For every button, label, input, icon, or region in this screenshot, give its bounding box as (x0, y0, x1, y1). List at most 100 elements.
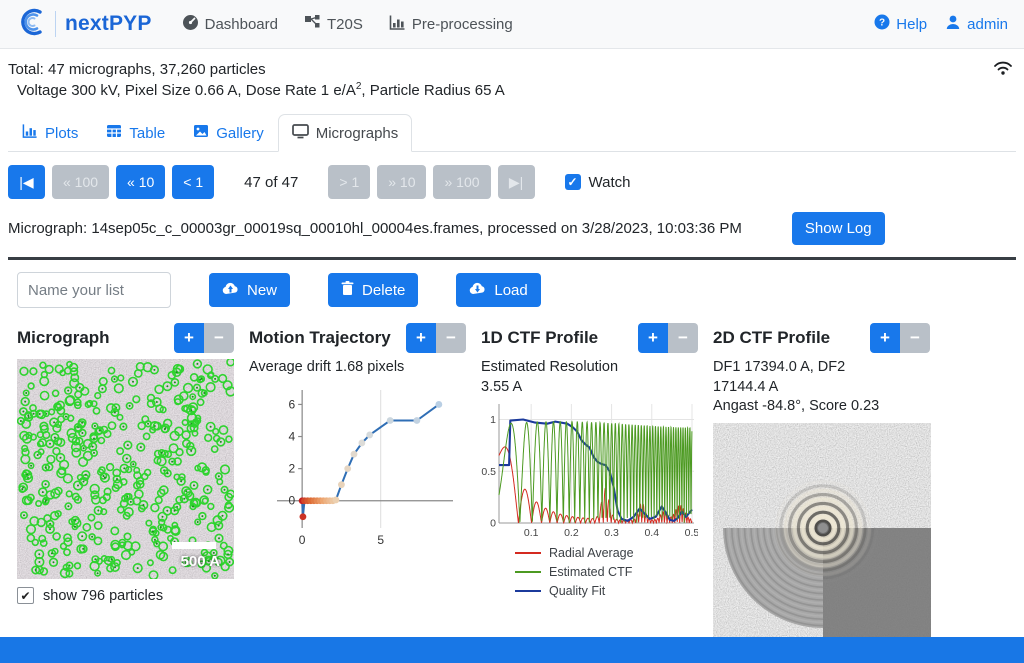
help-link[interactable]: ? Help (874, 14, 927, 34)
nav-item-project[interactable]: T20S (304, 14, 363, 35)
new-list-button[interactable]: New (209, 273, 290, 307)
micrograph-panel-head: Micrograph + − (17, 322, 234, 353)
delete-list-label: Delete (362, 282, 405, 299)
project-diagram-icon (304, 14, 321, 35)
legend-swatch-estimated-ctf (515, 571, 541, 573)
pagination-bar: |◀ « 100 « 10 < 1 47 of 47 > 1 » 10 » 10… (8, 165, 1016, 199)
ctf1d-size-controls: + − (638, 323, 698, 353)
details-prefix: Voltage 300 kV, Pixel Size 0.66 A, Dose … (17, 82, 356, 99)
ctf1d-panel: 1D CTF Profile + − Estimated Resolution … (481, 322, 698, 637)
micrograph-info-row: Micrograph: 14sep05c_c_00003gr_00019sq_0… (8, 212, 1016, 260)
pager-left-group: |◀ « 100 « 10 < 1 (8, 165, 214, 199)
ctf2d-panel-head: 2D CTF Profile + − (713, 322, 930, 353)
motion-zoom-in-button[interactable]: + (406, 323, 436, 353)
user-menu[interactable]: admin (945, 14, 1008, 34)
new-list-label: New (247, 282, 277, 299)
legend-label: Radial Average (549, 546, 634, 560)
legend-swatch-radial-average (515, 552, 541, 554)
ctf1d-subtitle-line: 3.55 A (481, 378, 698, 398)
micrograph-zoom-in-button[interactable]: + (174, 323, 204, 353)
micrograph-zoom-out-button[interactable]: − (204, 323, 234, 353)
wifi-status-icon (992, 59, 1014, 81)
nextpyp-logo-icon (16, 7, 46, 42)
watch-checkbox[interactable] (565, 174, 581, 190)
brand-divider (55, 11, 56, 37)
nav-item-preprocessing[interactable]: Pre-processing (389, 14, 513, 35)
legend-item: Estimated CTF (515, 562, 698, 581)
brand-name: nextPYP (65, 12, 152, 36)
show-log-button[interactable]: Show Log (792, 212, 885, 245)
tab-label: Table (129, 125, 165, 142)
ctf1d-legend: Radial Average Estimated CTF Quality Fit (515, 543, 698, 600)
help-label: Help (896, 16, 927, 33)
tab-table[interactable]: Table (92, 114, 179, 152)
first-page-button[interactable]: |◀ (8, 165, 45, 199)
list-name-input[interactable] (17, 272, 171, 308)
forward-100-button[interactable]: » 100 (433, 165, 490, 199)
svg-text:0.5: 0.5 (481, 466, 496, 478)
delete-list-button[interactable]: Delete (328, 273, 418, 307)
svg-text:0: 0 (299, 533, 306, 547)
motion-panel-head: Motion Trajectory + − (249, 322, 466, 353)
legend-item: Quality Fit (515, 581, 698, 600)
svg-text:0.1: 0.1 (524, 527, 539, 539)
legend-swatch-quality-fit (515, 590, 541, 592)
bar-chart-icon (389, 14, 406, 35)
svg-text:2: 2 (288, 461, 295, 475)
nav-links: Dashboard T20S Pre-processing (182, 14, 513, 35)
motion-zoom-out-button[interactable]: − (436, 323, 466, 353)
nav-item-label: T20S (327, 16, 363, 33)
scale-label: 500 A (181, 554, 220, 569)
main-content: Total: 47 micrographs, 37,260 particles … (0, 49, 1024, 637)
show-particles-row: show 796 particles (17, 587, 234, 604)
back-1-button[interactable]: < 1 (172, 165, 214, 199)
svg-text:0.4: 0.4 (644, 527, 659, 539)
table-icon (106, 123, 122, 143)
tab-gallery[interactable]: Gallery (179, 114, 278, 152)
ctf2d-zoom-out-button[interactable]: − (900, 323, 930, 353)
load-list-label: Load (494, 282, 527, 299)
forward-1-button[interactable]: > 1 (328, 165, 370, 199)
svg-text:0.5: 0.5 (685, 527, 698, 539)
back-100-button[interactable]: « 100 (52, 165, 109, 199)
last-page-button[interactable]: ▶| (498, 165, 535, 199)
show-particles-checkbox[interactable] (17, 587, 34, 604)
page-counter: 47 of 47 (244, 174, 298, 191)
load-list-button[interactable]: Load (456, 273, 540, 307)
tab-micrographs[interactable]: Micrographs (278, 114, 413, 152)
ctf2d-panel: 2D CTF Profile + − DF1 17394.0 A, DF2 17… (713, 322, 930, 637)
micrograph-panel: Micrograph + − 500 A show 796 particles (17, 322, 234, 637)
ctf1d-zoom-out-button[interactable]: − (668, 323, 698, 353)
watch-label: Watch (589, 174, 631, 191)
ctf2d-zoom-in-button[interactable]: + (870, 323, 900, 353)
motion-subtitle: Average drift 1.68 pixels (249, 358, 466, 378)
cloud-download-icon (469, 281, 486, 299)
micrograph-panel-title: Micrograph (17, 328, 110, 348)
legend-label: Estimated CTF (549, 565, 632, 579)
result-panels: Micrograph + − 500 A show 796 particles … (17, 322, 1016, 637)
motion-panel-title: Motion Trajectory (249, 328, 391, 348)
ctf1d-zoom-in-button[interactable]: + (638, 323, 668, 353)
nav-item-dashboard[interactable]: Dashboard (182, 14, 278, 35)
cloud-upload-icon (222, 281, 239, 299)
motion-panel: Motion Trajectory + − Average drift 1.68… (249, 322, 466, 637)
brand[interactable]: nextPYP (16, 7, 152, 42)
back-10-button[interactable]: « 10 (116, 165, 165, 199)
forward-10-button[interactable]: » 10 (377, 165, 426, 199)
total-summary: Total: 47 micrographs, 37,260 particles (8, 61, 1016, 78)
tab-plots[interactable]: Plots (8, 114, 92, 152)
micrograph-filename: Micrograph: 14sep05c_c_00003gr_00019sq_0… (8, 220, 742, 237)
show-particles-label: show 796 particles (43, 588, 163, 604)
ctf2d-subtitle-line: DF1 17394.0 A, DF2 (713, 358, 930, 378)
pager-right-group: > 1 » 10 » 100 ▶| (328, 165, 534, 199)
ctf1d-subtitle-line: Estimated Resolution (481, 358, 698, 378)
ctf1d-panel-title: 1D CTF Profile (481, 328, 598, 348)
micrograph-image[interactable]: 500 A (17, 359, 234, 579)
tab-label: Plots (45, 125, 78, 142)
svg-text:0.2: 0.2 (564, 527, 579, 539)
motion-trajectory-chart: 024605 (249, 380, 466, 552)
ctf2d-size-controls: + − (870, 323, 930, 353)
svg-text:5: 5 (377, 533, 384, 547)
ctf2d-subtitle-line: 17144.4 A (713, 378, 930, 398)
ctf2d-image[interactable] (713, 423, 930, 637)
